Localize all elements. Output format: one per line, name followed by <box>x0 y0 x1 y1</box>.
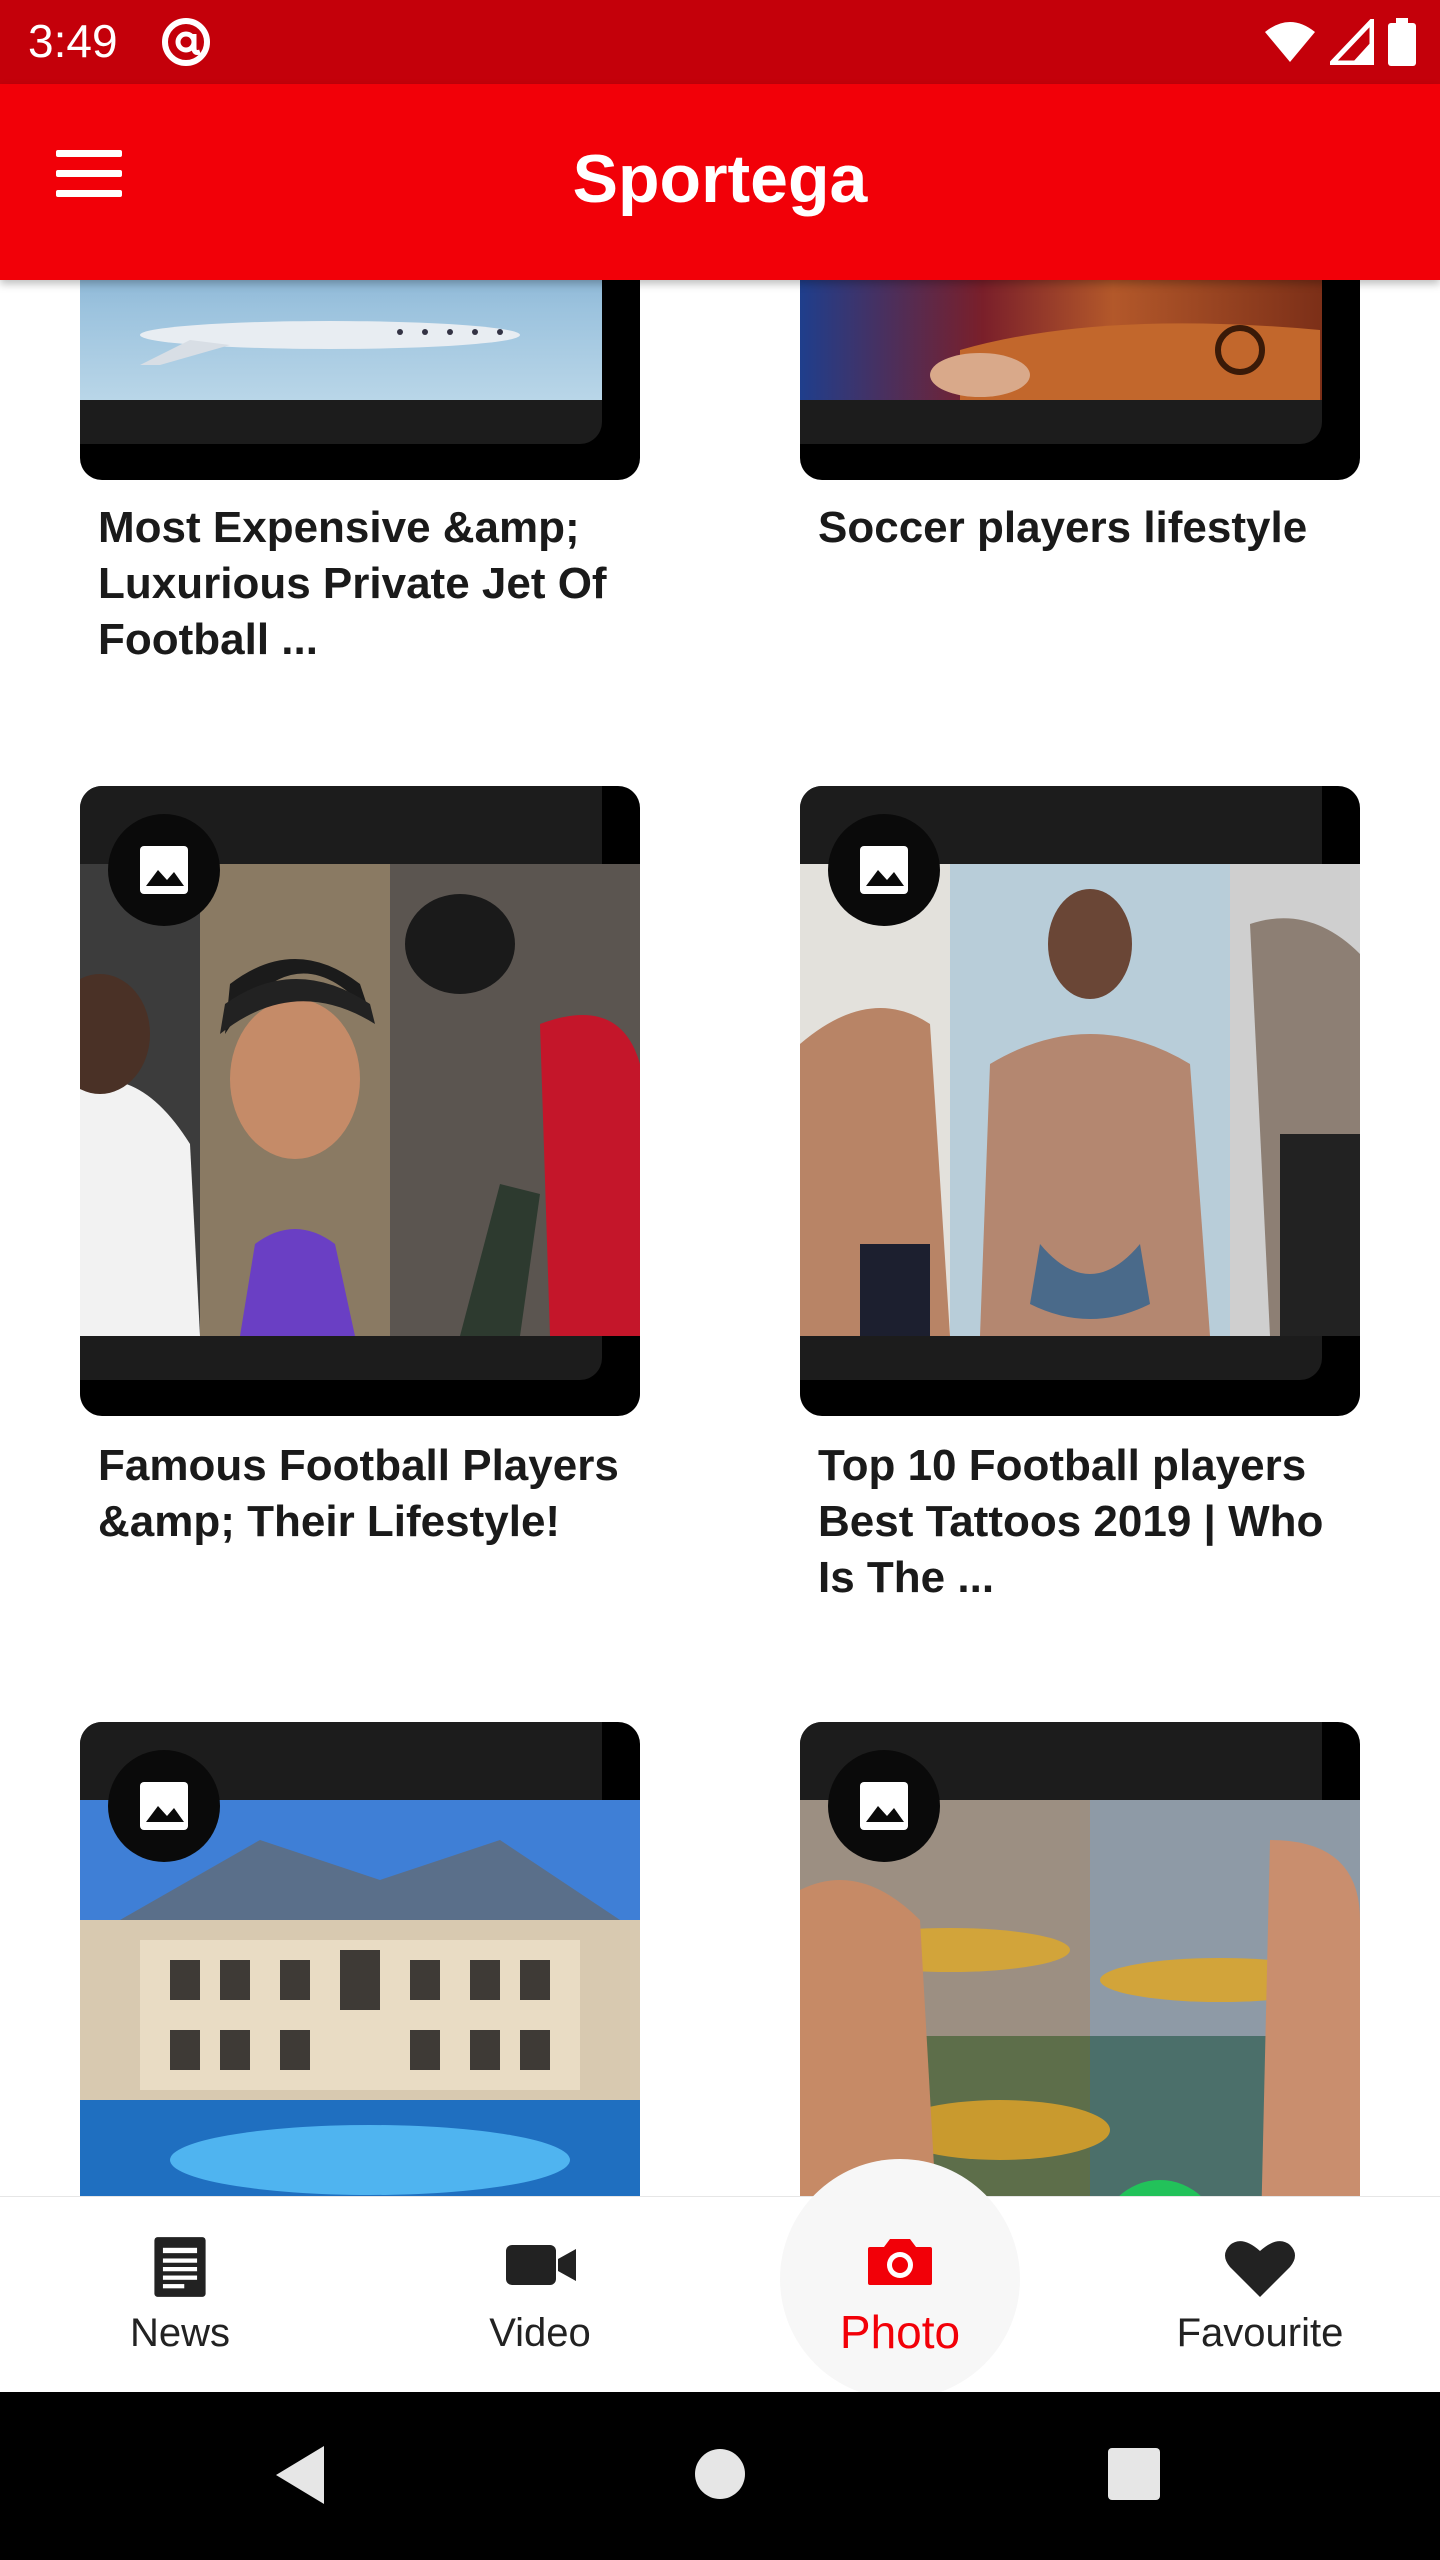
back-icon[interactable] <box>272 2444 328 2506</box>
card-title: Soccer players lifestyle <box>818 503 1308 552</box>
status-time: 3:49 <box>28 15 118 67</box>
video-camera-icon <box>506 2245 576 2285</box>
car-image <box>930 323 1320 400</box>
nav-item-news[interactable]: News <box>0 2197 360 2393</box>
card-thumbnail <box>80 786 640 1416</box>
card-photo <box>80 864 640 1336</box>
photo-badge-icon <box>108 1750 220 1862</box>
news-icon <box>154 2237 206 2297</box>
nav-label: Favourite <box>1176 2311 1344 2355</box>
photo-card[interactable]: Most Expensive &amp; Luxurious Private J… <box>80 280 640 700</box>
app-screen: 3:49 Sportega Most Expensive &amp; Luxur… <box>0 0 1440 2560</box>
card-title: Most Expensive &amp; Luxurious Private J… <box>98 503 607 664</box>
card-thumbnail <box>800 280 1360 480</box>
at-sign-icon <box>162 18 210 66</box>
heart-icon <box>1225 2241 1295 2297</box>
app-title: Sportega <box>572 141 868 217</box>
photo-badge-icon <box>828 1750 940 1862</box>
photo-card[interactable]: Soccer players lifestyle <box>800 280 1360 700</box>
status-bar: 3:49 <box>0 0 1440 84</box>
card-thumbnail <box>800 1722 1360 2196</box>
app-bar: Sportega <box>0 84 1440 280</box>
nav-item-favourite[interactable]: Favourite <box>1080 2197 1440 2393</box>
bottom-navigation: News Video Photo Favourite <box>0 2159 1440 2399</box>
photo-card[interactable] <box>80 1722 640 2196</box>
card-photo <box>800 864 1360 1336</box>
photo-card[interactable]: Famous Football Players &amp; Their Life… <box>80 786 640 1646</box>
card-title: Famous Football Players &amp; Their Life… <box>98 1441 619 1546</box>
wifi-icon <box>1265 22 1315 62</box>
card-thumbnail <box>80 280 640 480</box>
nav-label: Video <box>489 2311 591 2355</box>
nav-item-photo[interactable]: Photo <box>720 2197 1080 2393</box>
battery-icon <box>1388 18 1416 66</box>
photo-card[interactable] <box>800 1722 1360 2196</box>
photo-badge-icon <box>828 814 940 926</box>
nav-label: News <box>129 2311 231 2355</box>
photo-grid: Most Expensive &amp; Luxurious Private J… <box>0 280 1440 2196</box>
recents-icon[interactable] <box>1108 2448 1160 2500</box>
system-navigation-bar <box>0 2392 1440 2560</box>
nav-label: Photo <box>839 2306 961 2358</box>
photo-card[interactable]: Top 10 Football players Best Tattoos 201… <box>800 786 1360 1646</box>
photo-badge-icon <box>108 814 220 926</box>
nav-item-video[interactable]: Video <box>360 2197 720 2393</box>
photo-camera-icon <box>868 2239 932 2285</box>
cellular-signal-icon <box>1330 19 1374 65</box>
home-icon[interactable] <box>694 2448 746 2500</box>
jet-image <box>140 321 520 365</box>
card-thumbnail <box>80 1722 640 2196</box>
card-thumbnail <box>800 786 1360 1416</box>
card-title: Top 10 Football players Best Tattoos 201… <box>818 1441 1324 1602</box>
status-icons <box>1264 18 1416 66</box>
